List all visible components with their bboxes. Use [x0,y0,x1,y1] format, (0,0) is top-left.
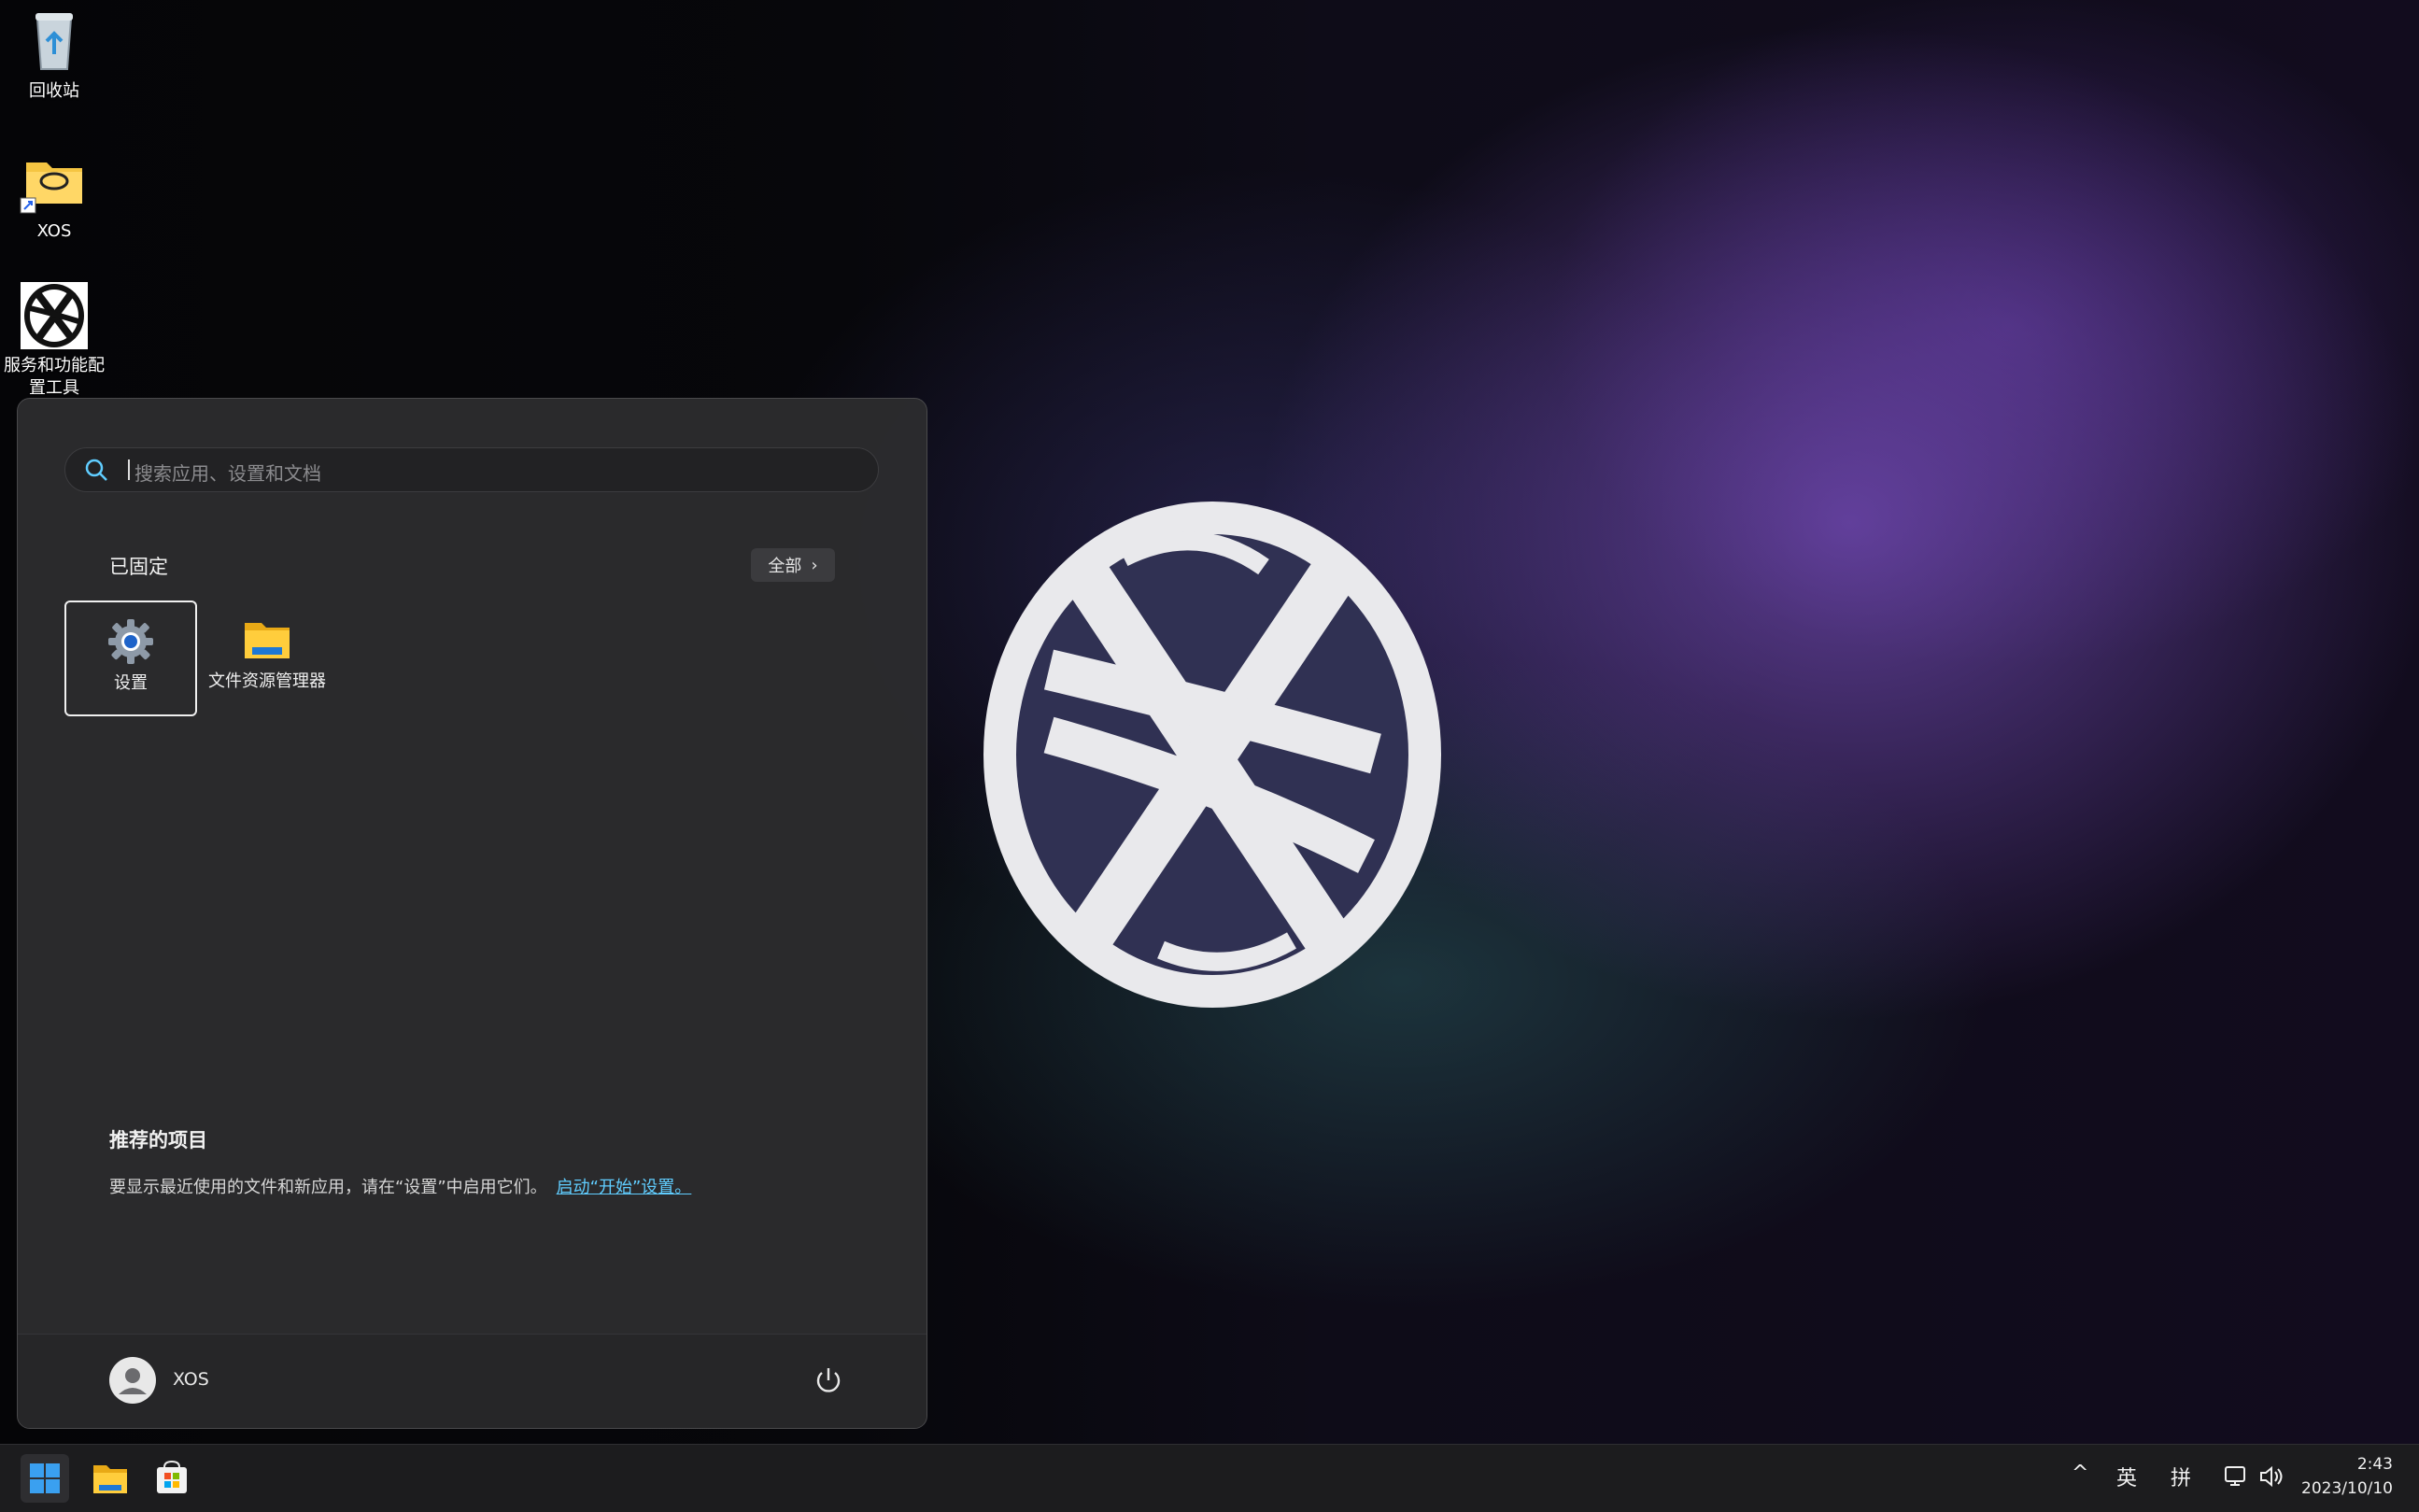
pinned-app-file-explorer[interactable]: 文件资源管理器 [201,601,333,716]
pinned-app-settings[interactable]: 设置 [64,601,197,716]
text-caret [128,459,130,480]
recommended-section-title: 推荐的项目 [109,1129,207,1152]
search-placeholder: 搜索应用、设置和文档 [134,462,321,485]
recommended-text: 要显示最近使用的文件和新应用，请在“设置”中启用它们。 [109,1178,547,1197]
taskbar: ^ 英 拼 2:43 2023/10/10 [0,1444,2419,1512]
search-box[interactable]: 搜索应用、设置和文档 [64,447,879,492]
file-explorer-icon [241,614,293,666]
taskbar-store[interactable] [148,1454,196,1503]
desktop-icon-label: XOS [36,221,72,241]
recycle-bin-icon [19,6,90,77]
store-icon [157,1460,187,1493]
ime-layout-indicator[interactable]: 拼 [2171,1462,2191,1491]
all-apps-button[interactable]: 全部 › [751,548,835,582]
clock-time: 2:43 [2356,1455,2393,1474]
wallpaper-xos-logo [983,502,1441,1008]
desktop-icon-label: 服务和功能配置工具 [4,356,105,398]
volume-icon[interactable] [2258,1463,2286,1490]
pinned-app-label: 设置 [114,673,148,693]
user-avatar[interactable] [109,1357,156,1404]
show-hidden-icons-chevron[interactable]: ^ [2072,1462,2088,1485]
chevron-right-icon: › [811,555,818,575]
start-menu-footer: XOS [18,1334,927,1428]
pinned-app-label: 文件资源管理器 [208,671,326,691]
taskbar-file-explorer[interactable] [86,1454,134,1503]
desktop-icon-xos-folder[interactable]: XOS [0,146,110,243]
user-name[interactable]: XOS [173,1369,209,1390]
start-icon [30,1463,60,1493]
desktop-icon-service-config-tool[interactable]: 服务和功能配置工具 [0,280,110,400]
start-menu: 搜索应用、设置和文档 已固定 全部 › 设置 文件资源管理器 推荐的项目 要显示… [17,398,927,1429]
clock-date: 2023/10/10 [2301,1479,2393,1498]
settings-gear-icon [105,615,157,668]
all-apps-label: 全部 [768,557,802,576]
network-icon[interactable] [2223,1463,2249,1490]
clock[interactable]: 2:43 2023/10/10 [2301,1452,2393,1501]
ime-mode-indicator[interactable]: 英 [2116,1462,2137,1491]
recommended-message: 要显示最近使用的文件和新应用，请在“设置”中启用它们。 启动“开始”设置。 [109,1174,691,1198]
desktop-icon-recycle-bin[interactable]: 回收站 [0,6,110,103]
start-button[interactable] [21,1454,69,1503]
file-explorer-icon [93,1465,127,1493]
search-icon [85,459,107,481]
pinned-section-title: 已固定 [109,556,168,578]
desktop-icon-label: 回收站 [29,81,79,101]
xos-logo-icon [19,280,90,351]
folder-shortcut-icon [19,146,90,217]
power-icon[interactable] [813,1364,844,1396]
user-icon [119,1368,147,1394]
start-settings-link[interactable]: 启动“开始”设置。 [557,1178,692,1197]
